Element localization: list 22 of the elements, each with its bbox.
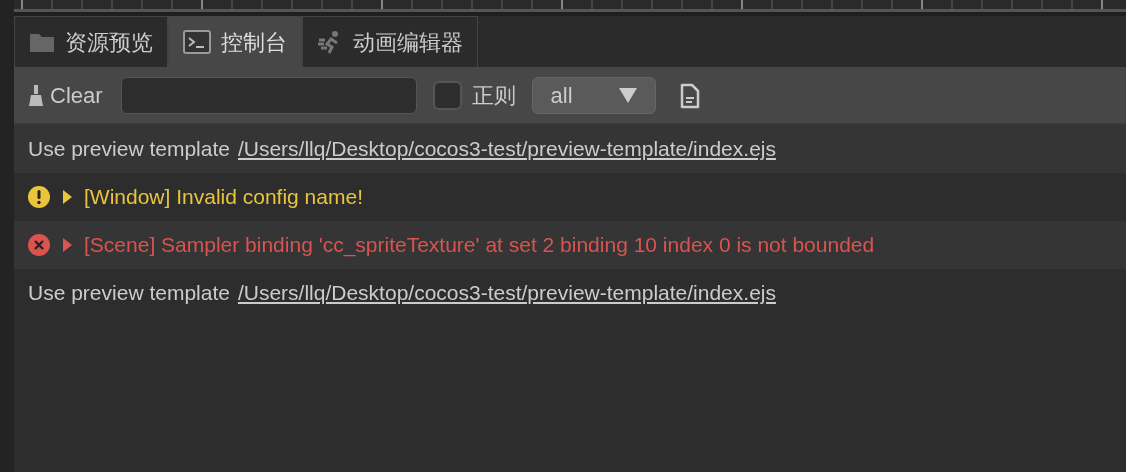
file-path-link[interactable]: /Users/llq/Desktop/cocos3-test/preview-template/index.ejs <box>237 277 776 309</box>
caret-icon <box>618 88 637 103</box>
panel-tab[interactable]: 动画编辑器 <box>302 16 478 67</box>
panel-tab[interactable]: 控制台 <box>168 16 302 67</box>
level-dropdown[interactable]: all <box>531 77 656 114</box>
clear-button[interactable]: Clear <box>28 79 103 112</box>
log-message: Use preview template <box>28 280 230 307</box>
document-icon[interactable] <box>679 82 700 109</box>
regex-label: 正则 <box>471 82 516 110</box>
error-icon <box>28 234 50 256</box>
folder-icon <box>29 31 55 53</box>
expand-arrow-icon[interactable] <box>62 190 72 204</box>
log-message: Use preview template <box>28 136 230 163</box>
log-message: [Window] Invalid config name! <box>84 184 363 211</box>
search-field[interactable] <box>120 77 417 114</box>
warning-icon <box>28 186 50 208</box>
log-message: [Scene] Sampler binding 'cc_spriteTexture' at set 2 binding 10 index 0 is not bounded <box>84 232 875 259</box>
file-path-link[interactable]: /Users/llq/Desktop/cocos3-test/preview-template/index.ejs <box>237 133 776 165</box>
broom-icon <box>28 84 44 107</box>
regex-checkbox[interactable] <box>432 81 462 110</box>
terminal-icon <box>183 30 211 54</box>
panel-tab[interactable]: 资源预览 <box>14 16 168 67</box>
